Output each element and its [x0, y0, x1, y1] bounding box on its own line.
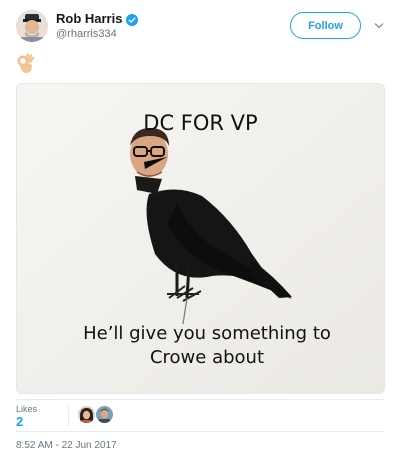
media-caption-text: He’ll give you something to Crowe about [83, 323, 331, 368]
liker-avatar[interactable] [96, 406, 113, 423]
follow-button[interactable]: Follow [290, 12, 361, 39]
stats-top-divider [16, 399, 385, 400]
display-name[interactable]: Rob Harris [56, 11, 122, 26]
tweet-header: Rob Harris @rharris334 Follow [0, 0, 400, 54]
likes-label[interactable]: Likes [16, 404, 37, 414]
user-handle[interactable]: @rharris334 [56, 28, 117, 40]
media-title-text: DC FOR VP [143, 111, 258, 135]
name-row: Rob Harris [56, 11, 139, 26]
verified-badge-icon [126, 13, 139, 26]
chevron-down-icon[interactable] [373, 19, 385, 31]
tweet-timestamp[interactable]: 8:52 AM - 22 Jun 2017 [16, 440, 117, 451]
likes-separator [68, 404, 69, 426]
ok-hand-emoji-icon [16, 53, 36, 75]
likes-count[interactable]: 2 [16, 414, 23, 429]
tweet-media-image[interactable]: DC FOR VP He’ll give you something to Cr… [16, 83, 385, 394]
user-avatar[interactable] [16, 10, 48, 42]
liker-avatar[interactable] [78, 406, 95, 423]
stats-bottom-divider [16, 431, 385, 432]
